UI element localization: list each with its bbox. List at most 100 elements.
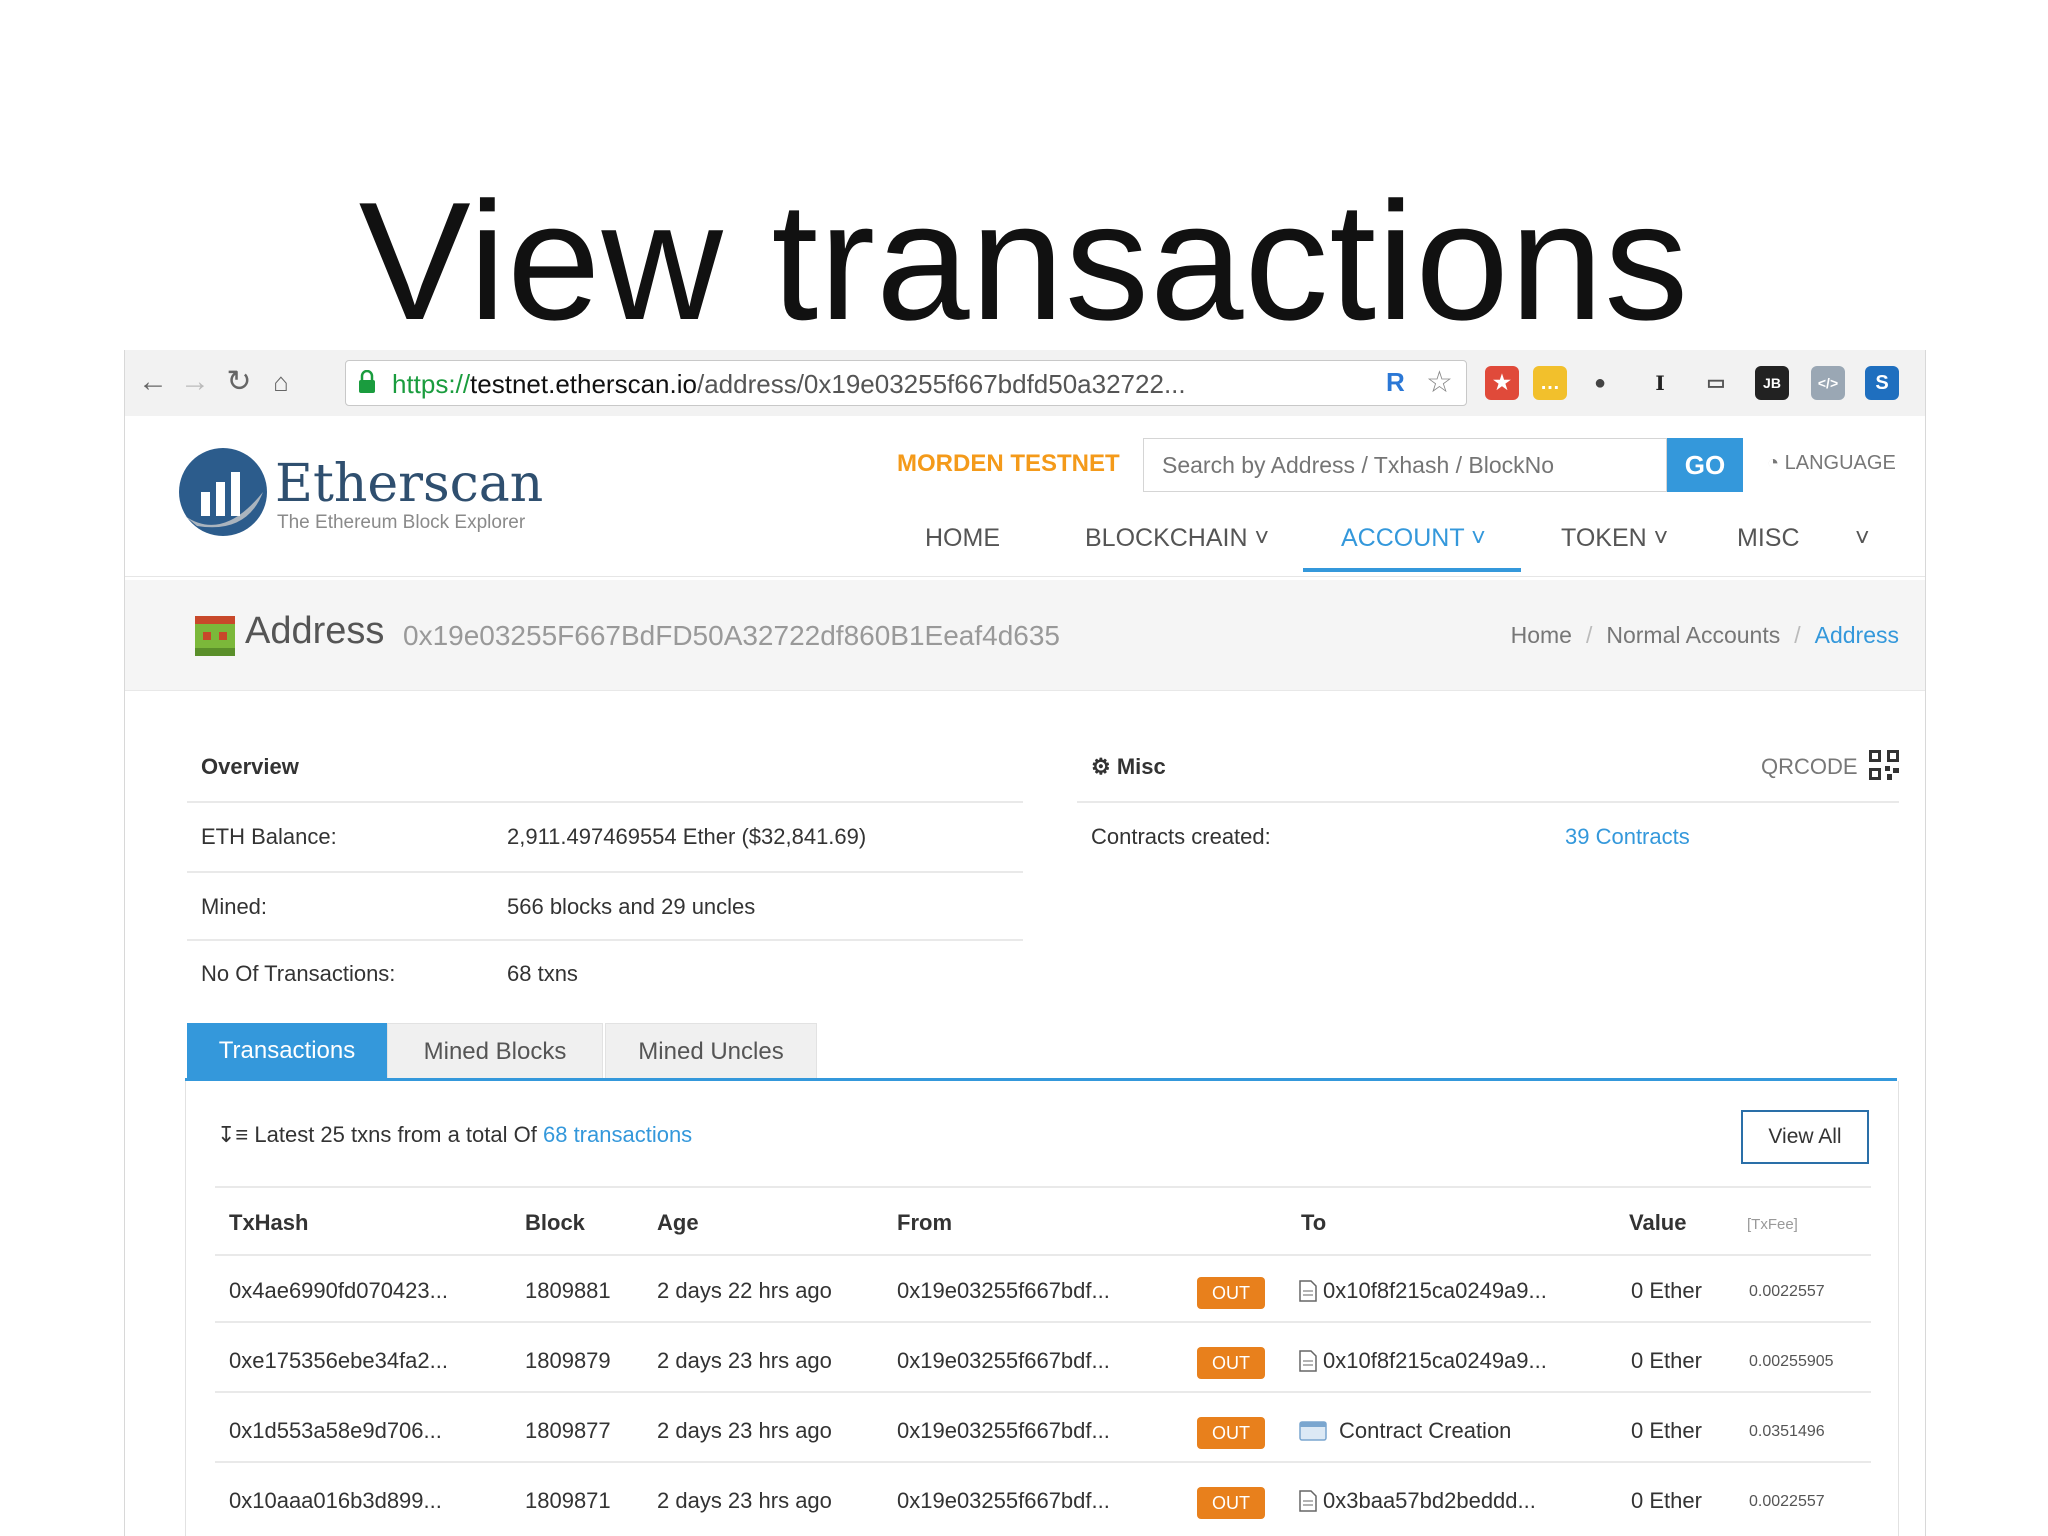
search-go-button[interactable]: GO: [1667, 438, 1743, 492]
tx-hash-link[interactable]: 0x4ae6990fd070423...: [229, 1278, 448, 1304]
lock-icon: [359, 370, 375, 393]
divider: [215, 1186, 1871, 1188]
qrcode-button[interactable]: QRCODE: [1761, 754, 1858, 780]
extension-icon-1[interactable]: ★: [1485, 366, 1519, 400]
block-link[interactable]: 1809879: [525, 1348, 611, 1374]
nav-home[interactable]: HOME: [925, 524, 1000, 553]
nav-token[interactable]: TOKEN ˅: [1561, 524, 1668, 553]
tx-to-link[interactable]: 0x10f8f215ca0249a9...: [1323, 1278, 1547, 1304]
tx-fee: 0.0022557: [1749, 1493, 1825, 1510]
contracts-created-label: Contracts created:: [1091, 824, 1271, 849]
address-label: Address: [245, 610, 385, 652]
chart-extension-icon[interactable]: ^: [1921, 366, 1925, 400]
divider: [187, 801, 1023, 803]
mined-value: 566 blocks and 29 uncles: [507, 894, 756, 919]
browser-window: ← → ↻ ⌂ https://testnet.etherscan.io/add…: [124, 350, 1926, 1536]
tab-mined-blocks[interactable]: Mined Blocks: [387, 1023, 603, 1079]
url-text: https://testnet.etherscan.io/address/0x1…: [392, 369, 1186, 399]
brand-tagline: The Ethereum Block Explorer: [277, 512, 526, 533]
home-icon[interactable]: ⌂: [263, 364, 299, 400]
eth-balance-value: 2,911.497469554 Ether ($32,841.69): [507, 824, 867, 849]
active-nav-underline: [1303, 568, 1521, 572]
cast-icon[interactable]: ▭: [1699, 366, 1733, 400]
total-transactions-link[interactable]: 68 transactions: [543, 1122, 692, 1147]
tx-fee: 0.0351496: [1749, 1423, 1825, 1440]
tx-from: 0x19e03255f667bdf...: [897, 1488, 1110, 1513]
reader-icon[interactable]: R: [1386, 367, 1416, 397]
globe-icon: ◔: [1767, 452, 1785, 474]
jetbrains-icon[interactable]: JB: [1755, 366, 1789, 400]
nav-misc[interactable]: MISC: [1737, 524, 1800, 553]
nav-blockchain[interactable]: BLOCKCHAIN ˅: [1085, 524, 1269, 553]
block-link[interactable]: 1809877: [525, 1418, 611, 1444]
devtools-icon[interactable]: </>: [1811, 366, 1845, 400]
nav-more-dropdown[interactable]: ˅: [1855, 524, 1870, 553]
brand-name[interactable]: Etherscan: [275, 454, 543, 514]
tx-to-link[interactable]: 0x3baa57bd2beddd...: [1323, 1488, 1536, 1514]
direction-badge: OUT: [1197, 1487, 1265, 1519]
contract-file-icon: [1299, 1280, 1317, 1302]
divider: [187, 871, 1023, 873]
evernote-icon[interactable]: ●: [1583, 366, 1617, 400]
divider: [215, 1461, 1871, 1463]
direction-badge: OUT: [1197, 1277, 1265, 1309]
column-txfee: [TxFee]: [1747, 1216, 1798, 1233]
divider: [187, 939, 1023, 941]
column-age: Age: [657, 1210, 699, 1235]
column-txhash: TxHash: [229, 1210, 309, 1235]
reload-icon[interactable]: ↻: [221, 364, 257, 400]
address-header: Address 0x19e03255F667BdFD50A32722df860B…: [125, 580, 1925, 691]
tx-value: 0 Ether: [1631, 1278, 1702, 1303]
ibeam-icon[interactable]: I: [1643, 366, 1677, 400]
tx-count-value: 68 txns: [507, 961, 578, 986]
tx-to-link[interactable]: 0x10f8f215ca0249a9...: [1323, 1348, 1547, 1374]
txn-summary: ↧≡ Latest 25 txns from a total Of 68 tra…: [217, 1122, 693, 1147]
gears-icon: ⚙: [1091, 754, 1117, 779]
sort-icon: ↧≡: [217, 1122, 255, 1147]
etherscan-logo-icon[interactable]: [177, 446, 269, 538]
tx-age: 2 days 23 hrs ago: [657, 1488, 832, 1513]
tx-fee: 0.00255905: [1749, 1353, 1834, 1370]
breadcrumb-home[interactable]: Home: [1511, 622, 1572, 648]
bookmark-star-icon[interactable]: ☆: [1426, 365, 1453, 400]
tx-from: 0x19e03255f667bdf...: [897, 1278, 1110, 1303]
divider: [215, 1391, 1871, 1393]
tx-hash-link[interactable]: 0x10aaa016b3d899...: [229, 1488, 442, 1514]
tab-transactions[interactable]: Transactions: [187, 1023, 387, 1079]
tx-from: 0x19e03255f667bdf...: [897, 1348, 1110, 1373]
contract-file-icon: [1299, 1350, 1317, 1372]
block-link[interactable]: 1809871: [525, 1488, 611, 1514]
tab-mined-uncles[interactable]: Mined Uncles: [605, 1023, 817, 1079]
column-from: From: [897, 1210, 952, 1235]
block-link[interactable]: 1809881: [525, 1278, 611, 1304]
tx-age: 2 days 23 hrs ago: [657, 1348, 832, 1373]
tx-value: 0 Ether: [1631, 1418, 1702, 1443]
address-bar[interactable]: https://testnet.etherscan.io/address/0x1…: [345, 360, 1467, 406]
contract-file-icon: [1299, 1490, 1317, 1512]
tx-hash-link[interactable]: 0xe175356ebe34fa2...: [229, 1348, 448, 1374]
search-input[interactable]: [1144, 439, 1668, 491]
qrcode-icon[interactable]: [1869, 750, 1899, 780]
back-icon[interactable]: ←: [135, 364, 171, 400]
mined-label: Mined:: [201, 894, 268, 919]
breadcrumb-normal-accounts[interactable]: Normal Accounts: [1606, 622, 1780, 648]
tx-to-link[interactable]: Contract Creation: [1339, 1418, 1511, 1444]
divider: [1077, 801, 1899, 803]
s-extension-icon[interactable]: S: [1865, 366, 1899, 400]
forward-icon[interactable]: →: [177, 364, 213, 400]
direction-badge: OUT: [1197, 1347, 1265, 1379]
language-selector[interactable]: ◔ LANGUAGE: [1767, 452, 1896, 475]
network-label[interactable]: MORDEN TESTNET: [897, 450, 1120, 478]
tx-value: 0 Ether: [1631, 1348, 1702, 1373]
tx-hash-link[interactable]: 0x1d553a58e9d706...: [229, 1418, 442, 1444]
nav-account[interactable]: ACCOUNT ˅: [1341, 524, 1486, 553]
browser-toolbar: ← → ↻ ⌂ https://testnet.etherscan.io/add…: [125, 350, 1925, 417]
slide-title: View transactions: [358, 167, 1690, 355]
breadcrumb-address: Address: [1814, 622, 1899, 648]
view-all-button[interactable]: View All: [1741, 1110, 1869, 1164]
misc-title: ⚙ Misc: [1091, 754, 1166, 779]
breadcrumb: Home / Normal Accounts / Address: [1510, 622, 1899, 648]
extension-icon-2[interactable]: …: [1533, 366, 1567, 400]
contracts-created-link[interactable]: 39 Contracts: [1565, 824, 1690, 850]
contract-creation-icon: [1299, 1421, 1327, 1441]
